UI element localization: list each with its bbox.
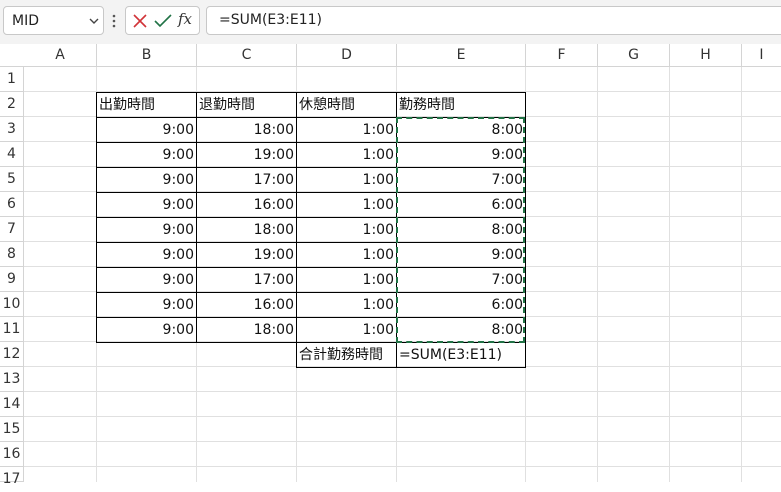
cell-b2[interactable]: 出勤時間: [97, 92, 196, 117]
cell-d9[interactable]: 1:00: [297, 267, 396, 292]
cell-d6[interactable]: 1:00: [297, 192, 396, 217]
row-header-17[interactable]: 17: [0, 467, 24, 487]
cell-c2[interactable]: 退勤時間: [197, 92, 296, 117]
cell-c10[interactable]: 16:00: [197, 292, 296, 317]
name-box-value: MID: [12, 13, 39, 29]
row-header-13[interactable]: 13: [0, 367, 24, 392]
cell-d7[interactable]: 1:00: [297, 217, 396, 242]
row-header-6[interactable]: 6: [0, 192, 24, 217]
chevron-down-icon[interactable]: [89, 16, 99, 26]
cell-d10[interactable]: 1:00: [297, 292, 396, 317]
column-header-i[interactable]: I: [742, 44, 781, 66]
cell-c4[interactable]: 19:00: [197, 142, 296, 167]
column-headers: A B C D E F G H I: [0, 44, 781, 67]
cell-d5[interactable]: 1:00: [297, 167, 396, 192]
cell-c6[interactable]: 16:00: [197, 192, 296, 217]
cell-d8[interactable]: 1:00: [297, 242, 396, 267]
cell-c5[interactable]: 17:00: [197, 167, 296, 192]
cell-b6[interactable]: 9:00: [97, 192, 196, 217]
range-reference-marquee: [396, 117, 525, 343]
column-header-h[interactable]: H: [670, 44, 742, 66]
cancel-icon[interactable]: [132, 13, 148, 29]
name-box[interactable]: MID: [3, 6, 104, 35]
column-header-f[interactable]: F: [526, 44, 598, 66]
cell-c7[interactable]: 18:00: [197, 217, 296, 242]
cell-c8[interactable]: 19:00: [197, 242, 296, 267]
cell-c3[interactable]: 18:00: [197, 117, 296, 142]
enter-check-icon[interactable]: [154, 13, 172, 29]
row-header-4[interactable]: 4: [0, 142, 24, 167]
column-header-c[interactable]: C: [197, 44, 297, 66]
row-header-16[interactable]: 16: [0, 442, 24, 467]
row-header-2[interactable]: 2: [0, 92, 24, 117]
cell-d4[interactable]: 1:00: [297, 142, 396, 167]
cell-b8[interactable]: 9:00: [97, 242, 196, 267]
cell-c9[interactable]: 17:00: [197, 267, 296, 292]
cell-b9[interactable]: 9:00: [97, 267, 196, 292]
cell-e2[interactable]: 勤務時間: [397, 92, 525, 117]
formula-input[interactable]: =SUM(E3:E11): [206, 6, 781, 35]
cell-d3[interactable]: 1:00: [297, 117, 396, 142]
cell-b4[interactable]: 9:00: [97, 142, 196, 167]
cell-b3[interactable]: 9:00: [97, 117, 196, 142]
formula-bar: MID fx =SUM(E3:E11): [0, 0, 781, 44]
cell-b10[interactable]: 9:00: [97, 292, 196, 317]
row-header-12[interactable]: 12: [0, 342, 24, 367]
row-header-15[interactable]: 15: [0, 417, 24, 442]
cell-d12[interactable]: 合計勤務時間: [297, 342, 396, 367]
cell-b7[interactable]: 9:00: [97, 217, 196, 242]
column-header-d[interactable]: D: [297, 44, 397, 66]
column-header-e[interactable]: E: [397, 44, 526, 66]
formula-buttons: fx: [125, 6, 200, 35]
row-header-11[interactable]: 11: [0, 317, 24, 342]
column-header-b[interactable]: B: [97, 44, 197, 66]
row-header-3[interactable]: 3: [0, 117, 24, 142]
row-header-1[interactable]: 1: [0, 67, 24, 92]
cell-d11[interactable]: 1:00: [297, 317, 396, 342]
row-header-8[interactable]: 8: [0, 242, 24, 267]
cell-d2[interactable]: 休憩時間: [297, 92, 396, 117]
row-header-10[interactable]: 10: [0, 292, 24, 317]
cell-b5[interactable]: 9:00: [97, 167, 196, 192]
cell-e12-editing[interactable]: =SUM(E3:E11): [397, 342, 525, 367]
column-header-g[interactable]: G: [598, 44, 670, 66]
row-header-5[interactable]: 5: [0, 167, 24, 192]
formula-input-value: =SUM(E3:E11): [219, 12, 322, 28]
row-header-14[interactable]: 14: [0, 392, 24, 417]
cell-c11[interactable]: 18:00: [197, 317, 296, 342]
row-header-7[interactable]: 7: [0, 217, 24, 242]
insert-function-button[interactable]: fx: [178, 10, 192, 28]
more-options-icon[interactable]: [111, 12, 117, 30]
row-header-9[interactable]: 9: [0, 267, 24, 292]
cell-b11[interactable]: 9:00: [97, 317, 196, 342]
column-header-a[interactable]: A: [24, 44, 97, 66]
